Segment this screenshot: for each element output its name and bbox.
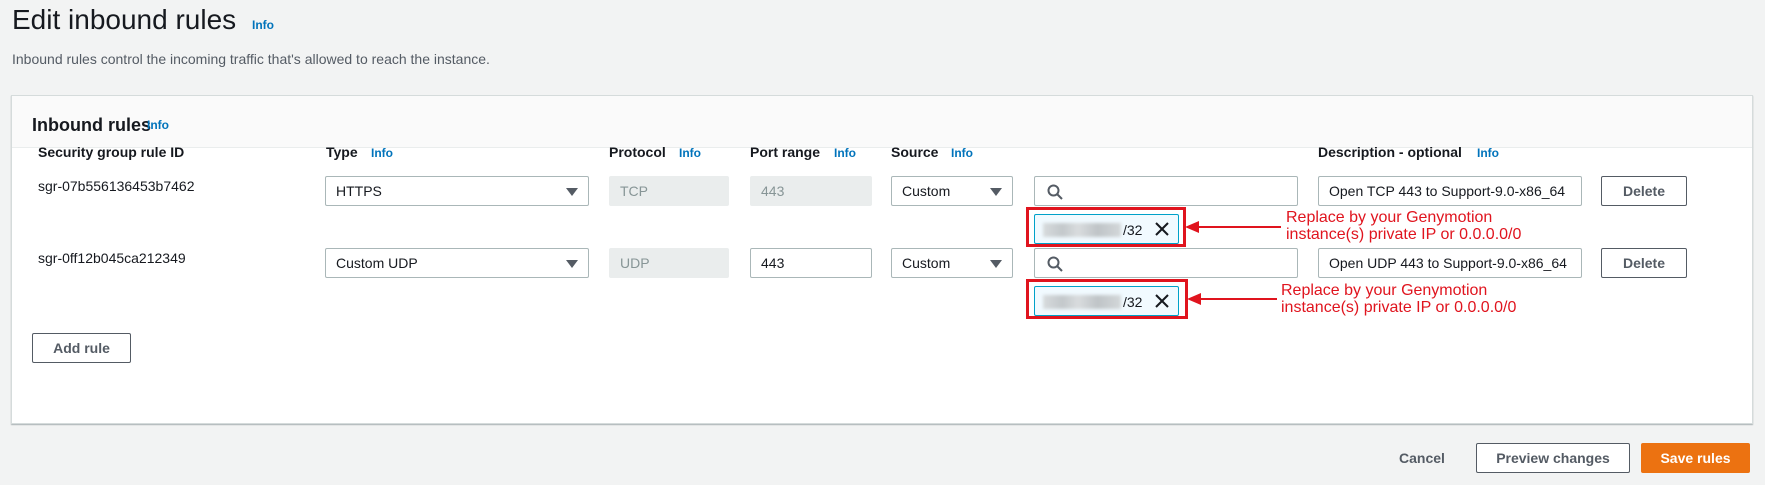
source-select-value: Custom bbox=[902, 183, 951, 199]
source-info-link[interactable]: Info bbox=[951, 146, 973, 160]
column-header-description: Description - optional bbox=[1318, 144, 1462, 160]
save-rules-button[interactable]: Save rules bbox=[1641, 443, 1750, 473]
search-icon bbox=[1047, 256, 1063, 272]
inbound-rules-panel: Inbound rules Info Security group rule I… bbox=[11, 95, 1753, 424]
annotation-line-1: Replace by your Genymotion bbox=[1286, 209, 1493, 226]
rule-id: sgr-07b556136453b7462 bbox=[38, 178, 195, 194]
annotation-line-1: Replace by your Genymotion bbox=[1281, 282, 1488, 299]
caret-down-icon bbox=[990, 260, 1002, 268]
protocol-info-link[interactable]: Info bbox=[679, 146, 701, 160]
source-select[interactable]: Custom bbox=[891, 248, 1013, 278]
column-header-port-range: Port range bbox=[750, 144, 821, 160]
preview-changes-button[interactable]: Preview changes bbox=[1476, 443, 1630, 473]
caret-down-icon bbox=[566, 260, 578, 268]
type-select-value: Custom UDP bbox=[336, 255, 418, 271]
delete-rule-button[interactable]: Delete bbox=[1601, 176, 1687, 206]
panel-title: Inbound rules bbox=[32, 115, 151, 135]
annotation-line-2: instance(s) private IP or 0.0.0.0/0 bbox=[1286, 226, 1522, 243]
protocol-value: UDP bbox=[620, 255, 650, 271]
search-icon bbox=[1047, 184, 1063, 200]
description-value: Open UDP 443 to Support-9.0-x86_64 bbox=[1329, 255, 1567, 271]
type-select[interactable]: Custom UDP bbox=[325, 248, 589, 278]
annotation-arrow-icon bbox=[1185, 221, 1281, 233]
description-input[interactable]: Open TCP 443 to Support-9.0-x86_64 bbox=[1318, 176, 1582, 206]
source-select[interactable]: Custom bbox=[891, 176, 1013, 206]
source-select-value: Custom bbox=[902, 255, 951, 271]
column-header-type: Type bbox=[326, 144, 358, 160]
port-range-value: 443 bbox=[761, 183, 785, 199]
page-description: Inbound rules control the incoming traff… bbox=[12, 51, 490, 67]
annotation-line-2: instance(s) private IP or 0.0.0.0/0 bbox=[1281, 299, 1517, 316]
annotation-text: Replace by your Genymotion instance(s) p… bbox=[1281, 282, 1516, 316]
description-info-link[interactable]: Info bbox=[1477, 146, 1499, 160]
port-range-value: 443 bbox=[761, 255, 785, 271]
add-rule-button[interactable]: Add rule bbox=[32, 333, 131, 363]
column-header-protocol: Protocol bbox=[609, 144, 666, 160]
redacted-ip bbox=[1043, 295, 1121, 309]
description-input[interactable]: Open UDP 443 to Support-9.0-x86_64 bbox=[1318, 248, 1582, 278]
annotation-arrow-icon bbox=[1187, 293, 1277, 305]
cidr-suffix: /32 bbox=[1123, 294, 1143, 310]
port-range-info-link[interactable]: Info bbox=[834, 146, 856, 160]
port-range-input[interactable]: 443 bbox=[750, 248, 872, 278]
source-search-input[interactable] bbox=[1034, 176, 1298, 206]
cancel-button[interactable]: Cancel bbox=[1399, 450, 1445, 466]
page-title: Edit inbound rules bbox=[12, 4, 237, 35]
annotation-text: Replace by your Genymotion instance(s) p… bbox=[1286, 209, 1521, 243]
protocol-value: TCP bbox=[620, 183, 648, 199]
caret-down-icon bbox=[566, 188, 578, 196]
protocol-field: UDP bbox=[609, 248, 729, 278]
source-cidr-token: /32 bbox=[1034, 286, 1179, 316]
close-icon[interactable] bbox=[1154, 293, 1170, 309]
column-header-source: Source bbox=[891, 144, 939, 160]
redacted-ip bbox=[1043, 223, 1121, 237]
cidr-suffix: /32 bbox=[1123, 222, 1143, 238]
type-info-link[interactable]: Info bbox=[371, 146, 393, 160]
description-value: Open TCP 443 to Support-9.0-x86_64 bbox=[1329, 183, 1566, 199]
delete-rule-button[interactable]: Delete bbox=[1601, 248, 1687, 278]
source-cidr-token: /32 bbox=[1034, 214, 1179, 244]
rule-id: sgr-0ff12b045ca212349 bbox=[38, 250, 186, 266]
caret-down-icon bbox=[990, 188, 1002, 196]
page-title-info-link[interactable]: Info bbox=[252, 18, 274, 32]
port-range-field: 443 bbox=[750, 176, 872, 206]
source-search-input[interactable] bbox=[1034, 248, 1298, 278]
protocol-field: TCP bbox=[609, 176, 729, 206]
type-select-value: HTTPS bbox=[336, 183, 382, 199]
close-icon[interactable] bbox=[1154, 221, 1170, 237]
panel-info-link[interactable]: Info bbox=[147, 118, 169, 132]
column-header-rule-id: Security group rule ID bbox=[38, 144, 185, 160]
type-select[interactable]: HTTPS bbox=[325, 176, 589, 206]
panel-header: Inbound rules Info bbox=[12, 96, 1752, 148]
